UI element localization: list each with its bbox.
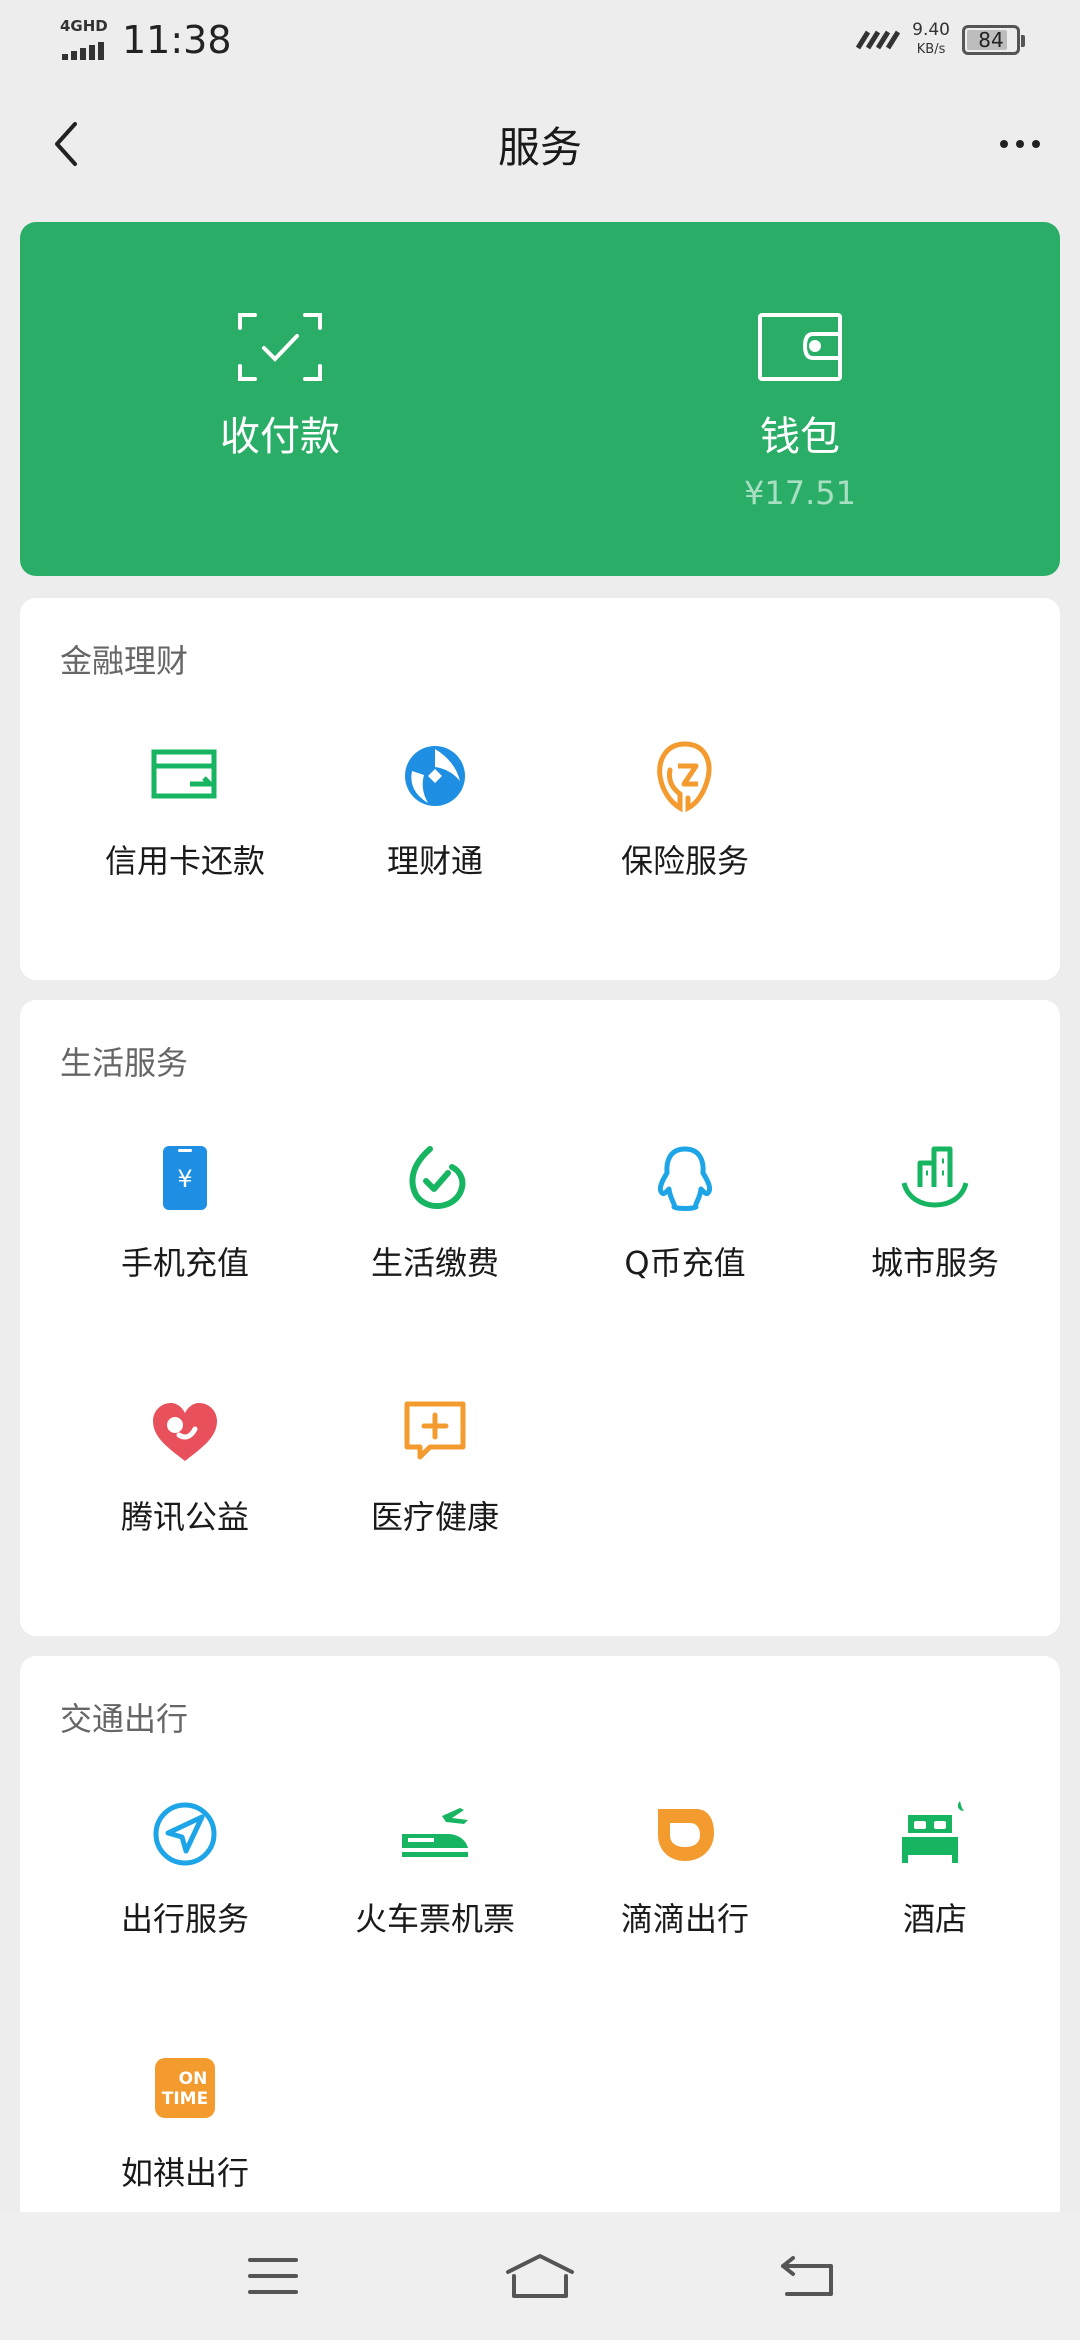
svg-text:¥: ¥ xyxy=(177,1165,192,1193)
service-label: 酒店 xyxy=(902,1900,967,1938)
service-label: 信用卡还款 xyxy=(104,842,265,880)
wallet-balance: ¥17.51 xyxy=(744,474,856,512)
section-title: 生活服务 xyxy=(60,1044,189,1082)
wallet-icon xyxy=(758,313,842,381)
service-travel[interactable]: 出行服务 xyxy=(60,1796,310,2050)
scan-check-icon xyxy=(238,313,322,381)
network-speed: 9.40 KB/s xyxy=(912,20,950,58)
licaitong-icon xyxy=(397,738,473,814)
home-button[interactable] xyxy=(485,2236,595,2316)
battery-level: 84 xyxy=(978,28,1004,52)
back-button[interactable] xyxy=(30,108,102,180)
service-label: 如祺出行 xyxy=(120,2154,249,2192)
pay-receive-label: 收付款 xyxy=(220,414,340,460)
service-train-flight[interactable]: 火车票机票 xyxy=(310,1796,560,2050)
qq-penguin-icon xyxy=(647,1140,723,1216)
wallet-label: 钱包 xyxy=(760,414,840,460)
medical-icon xyxy=(397,1394,473,1470)
service-label: 出行服务 xyxy=(120,1900,249,1938)
insurance-icon xyxy=(647,738,723,814)
service-city-services[interactable]: 城市服务 xyxy=(810,1140,1060,1394)
service-label: 火车票机票 xyxy=(354,1900,515,1938)
ontime-badge-line1: ON xyxy=(179,2069,208,2089)
more-dot-icon xyxy=(1032,140,1040,148)
service-label: 腾讯公益 xyxy=(120,1498,249,1536)
service-label: 城市服务 xyxy=(870,1244,999,1282)
signal-icon: 4GHD xyxy=(60,18,112,62)
service-label: 手机充值 xyxy=(120,1244,249,1282)
section-life-services: 生活服务 ¥ 手机充值 生活缴费 Q币充值 城市服务 腾讯公益 医疗健康 xyxy=(20,1000,1060,1636)
home-icon xyxy=(505,2254,574,2298)
payment-card: 收付款 钱包 ¥17.51 xyxy=(20,222,1060,576)
menu-button[interactable] xyxy=(218,2236,328,2316)
network-type: 4GHD xyxy=(60,17,108,35)
hotel-bed-icon xyxy=(897,1796,973,1872)
ontime-badge-line2: TIME xyxy=(162,2089,208,2109)
charity-heart-icon xyxy=(147,1394,223,1470)
service-label: 理财通 xyxy=(386,842,483,880)
service-q-coin[interactable]: Q币充值 xyxy=(560,1140,810,1394)
section-transport: 交通出行 出行服务 火车票机票 滴滴出行 酒店 ON TIME 如祺出行 xyxy=(20,1656,1060,2256)
section-title: 金融理财 xyxy=(60,642,189,680)
service-label: Q币充值 xyxy=(624,1244,746,1282)
system-back-button[interactable] xyxy=(752,2236,862,2316)
more-dot-icon xyxy=(1016,140,1024,148)
service-didi[interactable]: 滴滴出行 xyxy=(560,1796,810,2050)
wallet-button[interactable]: 钱包 ¥17.51 xyxy=(540,222,1060,576)
service-mobile-recharge[interactable]: ¥ 手机充值 xyxy=(60,1140,310,1394)
more-button[interactable] xyxy=(980,108,1060,180)
service-utility-payment[interactable]: 生活缴费 xyxy=(310,1140,560,1394)
credit-card-icon xyxy=(147,738,223,814)
didi-icon xyxy=(647,1796,723,1872)
service-label: 滴滴出行 xyxy=(620,1900,749,1938)
navigation-icon xyxy=(147,1796,223,1872)
service-tencent-charity[interactable]: 腾讯公益 xyxy=(60,1394,310,1648)
section-title: 交通出行 xyxy=(60,1700,189,1738)
city-service-icon xyxy=(897,1140,973,1216)
clock: 11:38 xyxy=(122,18,232,62)
service-hotel[interactable]: 酒店 xyxy=(810,1796,1060,2050)
battery-icon: 84 xyxy=(962,25,1025,55)
nav-bar: 服务 xyxy=(0,80,1080,208)
return-icon xyxy=(780,2256,833,2296)
more-dot-icon xyxy=(1000,140,1008,148)
service-insurance[interactable]: 保险服务 xyxy=(560,738,810,992)
status-bar: 4GHD 11:38 9.40 KB/s 84 xyxy=(0,0,1080,80)
service-medical-health[interactable]: 医疗健康 xyxy=(310,1394,560,1648)
page-title: 服务 xyxy=(497,122,582,172)
chevron-left-icon xyxy=(55,122,77,166)
utility-payment-icon xyxy=(397,1140,473,1216)
service-credit-card-repayment[interactable]: 信用卡还款 xyxy=(60,738,310,992)
service-label: 生活缴费 xyxy=(370,1244,499,1282)
pay-receive-button[interactable]: 收付款 xyxy=(20,222,540,576)
menu-icon xyxy=(248,2258,299,2294)
service-label: 保险服务 xyxy=(620,842,749,880)
service-label: 医疗健康 xyxy=(370,1498,499,1536)
section-finance: 金融理财 信用卡还款 理财通 保险服务 xyxy=(20,598,1060,980)
train-plane-icon xyxy=(397,1796,473,1872)
data-activity-icon xyxy=(856,30,901,50)
mobile-recharge-icon: ¥ xyxy=(147,1140,223,1216)
system-nav-bar xyxy=(0,2212,1080,2340)
service-licaitong[interactable]: 理财通 xyxy=(310,738,560,992)
ontime-icon: ON TIME xyxy=(147,2050,223,2126)
